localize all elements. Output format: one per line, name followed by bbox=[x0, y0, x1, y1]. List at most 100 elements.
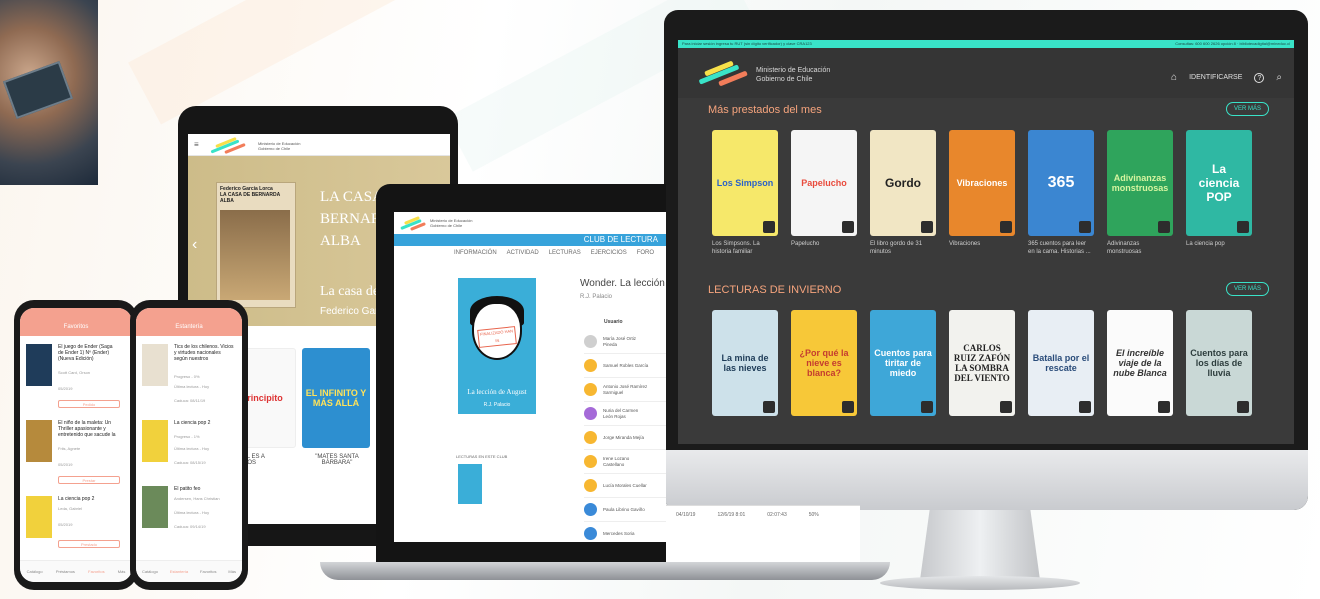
ebook-badge-icon bbox=[1158, 221, 1170, 233]
book-caption[interactable]: Los Simpsons. La historia familiar bbox=[712, 240, 778, 256]
member-row[interactable]: Jorge Miranda Mejía bbox=[584, 426, 666, 450]
book-title: Wonder. La lección de bbox=[580, 278, 666, 289]
member-row[interactable]: Lucía Morales Cuellar bbox=[584, 474, 666, 498]
book-cover[interactable]: Batalla por el rescate bbox=[1028, 310, 1094, 416]
nav-shelf[interactable]: Estantería bbox=[170, 569, 188, 574]
prev-arrow-icon[interactable]: ‹ bbox=[192, 236, 197, 254]
book-card[interactable]: La ciencia POP La ciencia pop bbox=[1186, 130, 1252, 256]
help-icon[interactable]: ? bbox=[1254, 72, 1265, 83]
bottom-nav: Catálogo Préstamos Favoritos Más bbox=[20, 560, 132, 582]
phone-screen: Estantería Tics de los chilenos. Vicios … bbox=[136, 308, 242, 582]
tab-actividad[interactable]: ACTIVIDAD bbox=[507, 250, 539, 256]
nav-catalog[interactable]: Catálogo bbox=[142, 569, 158, 574]
book-cover[interactable] bbox=[142, 344, 168, 386]
loan-button[interactable]: Pedido bbox=[58, 400, 120, 408]
member-row[interactable]: Samuel Robles García bbox=[584, 354, 666, 378]
tab-ejercicios[interactable]: EJERCICIOS bbox=[591, 250, 627, 256]
book-cover[interactable] bbox=[26, 420, 52, 462]
book-card[interactable]: La mina de las nieves bbox=[712, 310, 778, 416]
book-card[interactable]: 365 365 cuentos para leer en la cama. His… bbox=[1028, 130, 1094, 256]
book-caption[interactable]: "MATES SANTA BÁRBARA" bbox=[304, 454, 370, 466]
book-caption[interactable]: La ciencia pop bbox=[1186, 240, 1252, 248]
book-card[interactable]: Adivinanzas monstruosas Adivinanzas monst… bbox=[1107, 130, 1173, 256]
wonder-book-cover[interactable]: FINALIZADO HAN IN La lección de August R… bbox=[458, 278, 536, 414]
member-row[interactable]: Paula Librino Gaviño bbox=[584, 498, 666, 522]
book-cover[interactable]: La ciencia POP bbox=[1186, 130, 1252, 236]
nav-favorites[interactable]: Favoritos bbox=[88, 569, 104, 574]
club-reading-thumbnail[interactable] bbox=[458, 464, 482, 504]
book-cover[interactable] bbox=[142, 420, 168, 462]
login-link[interactable]: IDENTIFICARSE bbox=[1189, 74, 1242, 81]
book-cover[interactable]: La mina de las nieves bbox=[712, 310, 778, 416]
ebook-badge-icon bbox=[1237, 221, 1249, 233]
book-card[interactable]: Papelucho Papelucho bbox=[791, 130, 857, 256]
login-info-bar: Para iniciar sesión ingresa tu RUT (sin … bbox=[678, 40, 1294, 48]
laptop-logo[interactable] bbox=[400, 216, 428, 231]
book-cover[interactable]: 365 bbox=[1028, 130, 1094, 236]
tab-lecturas[interactable]: LECTURAS bbox=[549, 250, 581, 256]
ebook-badge-icon bbox=[1000, 401, 1012, 413]
avatar bbox=[584, 383, 597, 396]
screen-title: Estantería bbox=[136, 308, 242, 336]
login-info-text: Para iniciar sesión ingresa tu RUT (sin … bbox=[682, 41, 812, 46]
tablet-logo[interactable] bbox=[210, 136, 250, 155]
book-cover[interactable] bbox=[26, 344, 52, 386]
loan-button[interactable]: Prestado bbox=[58, 540, 120, 548]
home-icon[interactable]: ⌂ bbox=[1171, 72, 1177, 83]
book-card[interactable]: Cuentos para los días de lluvia bbox=[1186, 310, 1252, 416]
book-cover[interactable]: Los Simpson bbox=[712, 130, 778, 236]
book-caption[interactable]: Papelucho bbox=[791, 240, 857, 248]
book-card[interactable]: Gordo El libro gordo de 31 minutos bbox=[870, 130, 936, 256]
laptop-base bbox=[320, 562, 890, 580]
ebook-badge-icon bbox=[1000, 221, 1012, 233]
member-row[interactable]: Mercedes Soria bbox=[584, 522, 666, 542]
contact-info-text: Consultas: 600 600 2626 opción 8 · bibli… bbox=[1175, 41, 1290, 46]
member-row[interactable]: Nuria del Carmen León Rojas bbox=[584, 402, 666, 426]
hero-book-cover[interactable]: Federico García Lorca LA CASA DE BERNARD… bbox=[216, 182, 296, 308]
book-cover[interactable]: Cuentos para tiritar de miedo bbox=[870, 310, 936, 416]
book-cover[interactable]: ¿Por qué la nieve es blanca? bbox=[791, 310, 857, 416]
book-caption[interactable]: 365 cuentos para leer en la cama. Histor… bbox=[1028, 240, 1094, 256]
ebook-badge-icon bbox=[1237, 401, 1249, 413]
see-more-button-2[interactable]: VER MÁS bbox=[1226, 282, 1270, 296]
book-card[interactable]: ¿Por qué la nieve es blanca? bbox=[791, 310, 857, 416]
nav-catalog[interactable]: Catálogo bbox=[27, 569, 43, 574]
book-cover[interactable]: Cuentos para los días de lluvia bbox=[1186, 310, 1252, 416]
book-cover[interactable]: Gordo bbox=[870, 130, 936, 236]
avatar bbox=[584, 359, 597, 372]
nav-more[interactable]: Más bbox=[228, 569, 236, 574]
book-card[interactable]: Vibraciones Vibraciones bbox=[949, 130, 1015, 256]
book-cover[interactable]: EL INFINITO Y MÁS ALLÁ bbox=[302, 348, 370, 448]
tab-informacion[interactable]: INFORMACIÓN bbox=[454, 250, 497, 256]
nav-favorites[interactable]: Favoritos bbox=[200, 569, 216, 574]
book-cover[interactable] bbox=[26, 496, 52, 538]
tab-foro[interactable]: FORO bbox=[637, 250, 654, 256]
book-cover[interactable]: El increíble viaje de la nube Blanca bbox=[1107, 310, 1173, 416]
book-cover[interactable]: Papelucho bbox=[791, 130, 857, 236]
nav-more[interactable]: Más bbox=[118, 569, 126, 574]
book-caption[interactable]: El libro gordo de 31 minutos bbox=[870, 240, 936, 256]
member-row[interactable]: Antonio José Ramírez Sarmiguel bbox=[584, 378, 666, 402]
search-icon[interactable]: ⌕ bbox=[1276, 72, 1282, 83]
menu-icon[interactable]: ≡ bbox=[194, 140, 199, 149]
book-card[interactable]: Cuentos para tiritar de miedo bbox=[870, 310, 936, 416]
book-cover[interactable]: CARLOS RUIZ ZAFÓN LA SOMBRA DEL VIENTO bbox=[949, 310, 1015, 416]
nav-loans[interactable]: Préstamos bbox=[56, 569, 75, 574]
book-cover[interactable]: Vibraciones bbox=[949, 130, 1015, 236]
tablet-ministry: Ministerio de Educación Gobierno de Chil… bbox=[258, 141, 301, 151]
see-more-button-1[interactable]: VER MÁS bbox=[1226, 102, 1270, 116]
desktop-screen: Para iniciar sesión ingresa tu RUT (sin … bbox=[678, 40, 1294, 444]
member-row[interactable]: María José Ortiz Pineda bbox=[584, 330, 666, 354]
book-caption[interactable]: Vibraciones bbox=[949, 240, 1015, 248]
book-card[interactable]: CARLOS RUIZ ZAFÓN LA SOMBRA DEL VIENTO bbox=[949, 310, 1015, 416]
member-row[interactable]: Irene Lozano Castellano bbox=[584, 450, 666, 474]
book-cover[interactable] bbox=[142, 486, 168, 528]
ministry-logo[interactable] bbox=[698, 58, 750, 88]
ministry-name: Ministerio de Educación Gobierno de Chil… bbox=[756, 67, 831, 83]
book-caption[interactable]: Adivinanzas monstruosas bbox=[1107, 240, 1173, 256]
book-card[interactable]: Los Simpson Los Simpsons. La historia fam… bbox=[712, 130, 778, 256]
book-cover[interactable]: Adivinanzas monstruosas bbox=[1107, 130, 1173, 236]
book-card[interactable]: Batalla por el rescate bbox=[1028, 310, 1094, 416]
book-card[interactable]: El increíble viaje de la nube Blanca bbox=[1107, 310, 1173, 416]
loan-button[interactable]: Prestar bbox=[58, 476, 120, 484]
